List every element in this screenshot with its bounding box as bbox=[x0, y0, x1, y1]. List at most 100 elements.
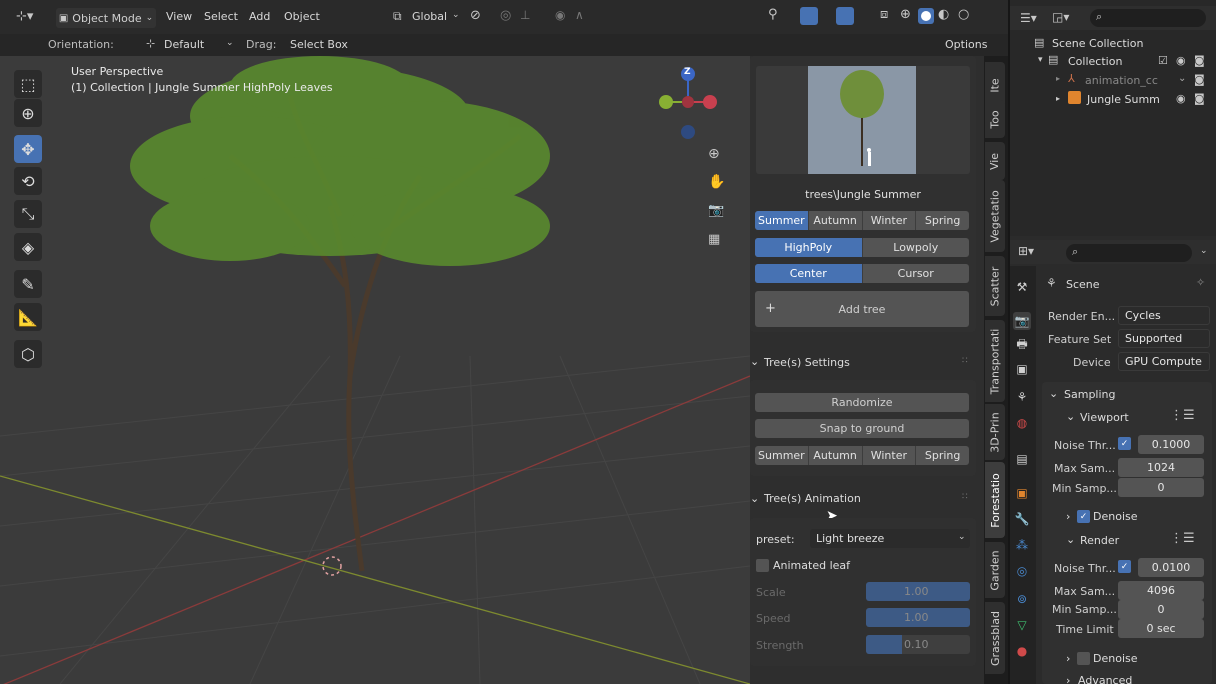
settings-collapse-icon[interactable]: ⌄ bbox=[750, 355, 759, 368]
wireframe-shading-icon[interactable]: ⊕ bbox=[900, 7, 911, 22]
list-icon[interactable]: ⋮☰ bbox=[1170, 408, 1195, 423]
collapse-chevron-icon[interactable]: ⌄ bbox=[1066, 533, 1075, 546]
add-tree-button[interactable]: + Add tree bbox=[755, 291, 969, 327]
animated-leaf-checkbox[interactable] bbox=[756, 559, 769, 572]
scene-tab-icon[interactable]: ⚘ bbox=[1013, 388, 1031, 406]
list-icon[interactable]: ⋮☰ bbox=[1170, 531, 1195, 546]
menu-select[interactable]: Select bbox=[204, 10, 238, 23]
scale-slider[interactable]: 1.00 bbox=[866, 582, 970, 601]
side-tab-view[interactable]: Vie bbox=[985, 142, 1005, 180]
camera-icon[interactable]: 📷 bbox=[708, 203, 724, 218]
viewport-subheader[interactable]: Viewport bbox=[1080, 411, 1129, 424]
render-denoise-checkbox[interactable] bbox=[1077, 652, 1090, 665]
tree-animation-title[interactable]: Tree(s) Animation bbox=[764, 492, 861, 505]
object-tab-icon[interactable]: ▣ bbox=[1013, 484, 1031, 502]
randomize-button[interactable]: Randomize bbox=[755, 393, 969, 412]
output-tab-icon[interactable]: 🖶 bbox=[1013, 336, 1031, 354]
camera-render-icon[interactable]: ◙ bbox=[1194, 73, 1205, 86]
camera-render-icon[interactable]: ◙ bbox=[1194, 54, 1205, 67]
side-tab-transportation[interactable]: Transportati bbox=[985, 320, 1005, 402]
speed-slider[interactable]: 1.00 bbox=[866, 608, 970, 627]
gizmo-toggle[interactable] bbox=[800, 7, 818, 25]
scene-collection-label[interactable]: Scene Collection bbox=[1052, 37, 1143, 50]
view-layer-tab-icon[interactable]: ▣ bbox=[1013, 360, 1031, 378]
chevron-down-icon[interactable]: ⌄ bbox=[1200, 246, 1208, 256]
expand-chevron-icon[interactable]: › bbox=[1066, 652, 1070, 665]
properties-search-input[interactable]: ⌕ bbox=[1066, 244, 1192, 262]
eye-icon[interactable]: ◉ bbox=[1176, 92, 1186, 105]
side-tab-tool[interactable]: Too bbox=[985, 100, 1005, 138]
tool-tab-icon[interactable]: ⚒ bbox=[1013, 278, 1031, 296]
outliner-item-jungle[interactable]: Jungle Summ bbox=[1087, 93, 1160, 106]
physics-tab-icon[interactable]: ◎ bbox=[1013, 562, 1031, 580]
orientation-dropdown[interactable]: Default bbox=[164, 38, 204, 51]
settings-season-winter[interactable]: Winter bbox=[863, 446, 917, 465]
poly-highpoly[interactable]: HighPoly bbox=[755, 238, 863, 257]
season-autumn[interactable]: Autumn bbox=[809, 211, 863, 230]
rendered-shading-icon[interactable]: ○ bbox=[958, 7, 969, 22]
side-tab-vegetation[interactable]: Vegetatio bbox=[985, 180, 1005, 252]
strength-slider[interactable]: 0.10 bbox=[866, 635, 970, 654]
snap-to-ground-button[interactable]: Snap to ground bbox=[755, 419, 969, 438]
snap-icon[interactable]: ◎ bbox=[500, 8, 511, 23]
transform-orientation-dropdown[interactable]: Global bbox=[412, 10, 447, 23]
zoom-icon[interactable]: ⊕ bbox=[708, 146, 720, 162]
season-winter[interactable]: Winter bbox=[863, 211, 917, 230]
move-tool-icon[interactable]: ✥ bbox=[14, 135, 42, 163]
pan-hand-icon[interactable]: ✋ bbox=[708, 174, 725, 190]
editor-type-icon[interactable]: ⊹▾ bbox=[16, 9, 33, 24]
visibility-icon[interactable]: ⚲ bbox=[768, 7, 778, 22]
device-dropdown[interactable]: GPU Compute bbox=[1118, 352, 1210, 371]
max-samples-field[interactable]: 1024 bbox=[1118, 458, 1204, 477]
poly-selector[interactable]: HighPoly Lowpoly bbox=[755, 238, 969, 257]
outliner-item-animation[interactable]: animation_cc bbox=[1085, 74, 1158, 87]
season-selector[interactable]: Summer Autumn Winter Spring bbox=[755, 211, 969, 230]
world-tab-icon[interactable]: ◍ bbox=[1013, 414, 1031, 432]
properties-editor-icon[interactable]: ⊞▾ bbox=[1018, 244, 1034, 258]
drag-handle-icon[interactable]: ∷ bbox=[962, 492, 968, 502]
material-shading-icon[interactable]: ◐ bbox=[938, 7, 949, 22]
settings-season-spring[interactable]: Spring bbox=[916, 446, 969, 465]
cursor-tool-icon[interactable]: ⊕ bbox=[14, 99, 42, 127]
menu-object[interactable]: Object bbox=[284, 10, 320, 23]
drag-dropdown[interactable]: Select Box bbox=[290, 38, 348, 51]
add-cube-tool-icon[interactable]: ⬡ bbox=[14, 340, 42, 368]
collapse-chevron-icon[interactable]: ⌄ bbox=[1066, 410, 1075, 423]
poly-lowpoly[interactable]: Lowpoly bbox=[863, 238, 970, 257]
feature-set-dropdown[interactable]: Supported bbox=[1118, 329, 1210, 348]
render-max-samples-field[interactable]: 4096 bbox=[1118, 581, 1204, 600]
render-min-samples-field[interactable]: 0 bbox=[1118, 600, 1204, 619]
falloff-icon[interactable]: ∧ bbox=[575, 8, 584, 22]
noise-threshold-field[interactable]: 0.1000 bbox=[1138, 435, 1204, 454]
collapse-chevron-icon[interactable]: ⌄ bbox=[1049, 387, 1058, 400]
drag-handle-icon[interactable]: ∷ bbox=[962, 356, 968, 366]
display-mode-icon[interactable]: ◲▾ bbox=[1052, 10, 1069, 24]
outliner-search-input[interactable]: ⌕ bbox=[1090, 9, 1206, 27]
menu-add[interactable]: Add bbox=[249, 10, 270, 23]
min-samples-field[interactable]: 0 bbox=[1118, 478, 1204, 497]
placement-selector[interactable]: Center Cursor bbox=[755, 264, 969, 283]
data-tab-icon[interactable]: ▽ bbox=[1013, 616, 1031, 634]
solid-shading-button[interactable] bbox=[918, 8, 934, 24]
sampling-header[interactable]: Sampling bbox=[1064, 388, 1116, 401]
season-summer[interactable]: Summer bbox=[755, 211, 809, 230]
side-tab-garden[interactable]: Garden bbox=[985, 542, 1005, 598]
settings-season-buttons[interactable]: Summer Autumn Winter Spring bbox=[755, 446, 969, 465]
scale-tool-icon[interactable]: ⤡ bbox=[14, 200, 42, 228]
noise-threshold-checkbox[interactable]: ✓ bbox=[1118, 437, 1131, 450]
settings-season-autumn[interactable]: Autumn bbox=[809, 446, 863, 465]
tree-settings-title[interactable]: Tree(s) Settings bbox=[764, 356, 850, 369]
collection-tab-icon[interactable]: ▤ bbox=[1013, 450, 1031, 468]
rotate-tool-icon[interactable]: ⟲ bbox=[14, 167, 42, 195]
render-tab-icon[interactable]: 📷 bbox=[1013, 312, 1031, 330]
expand-arrow-icon[interactable]: ▸ bbox=[1056, 74, 1060, 83]
constraints-tab-icon[interactable]: ⊚ bbox=[1013, 590, 1031, 608]
advanced-label[interactable]: Advanced bbox=[1078, 674, 1132, 684]
pivot-point-icon[interactable]: ⊘ bbox=[470, 8, 481, 23]
menu-view[interactable]: View bbox=[166, 10, 192, 23]
animation-collapse-icon[interactable]: ⌄ bbox=[750, 492, 759, 505]
settings-season-summer[interactable]: Summer bbox=[755, 446, 809, 465]
hidden-eye-icon[interactable]: ⌄ bbox=[1178, 73, 1186, 84]
xray-icon[interactable]: ⧈ bbox=[880, 7, 888, 22]
expand-chevron-icon[interactable]: › bbox=[1066, 674, 1070, 684]
